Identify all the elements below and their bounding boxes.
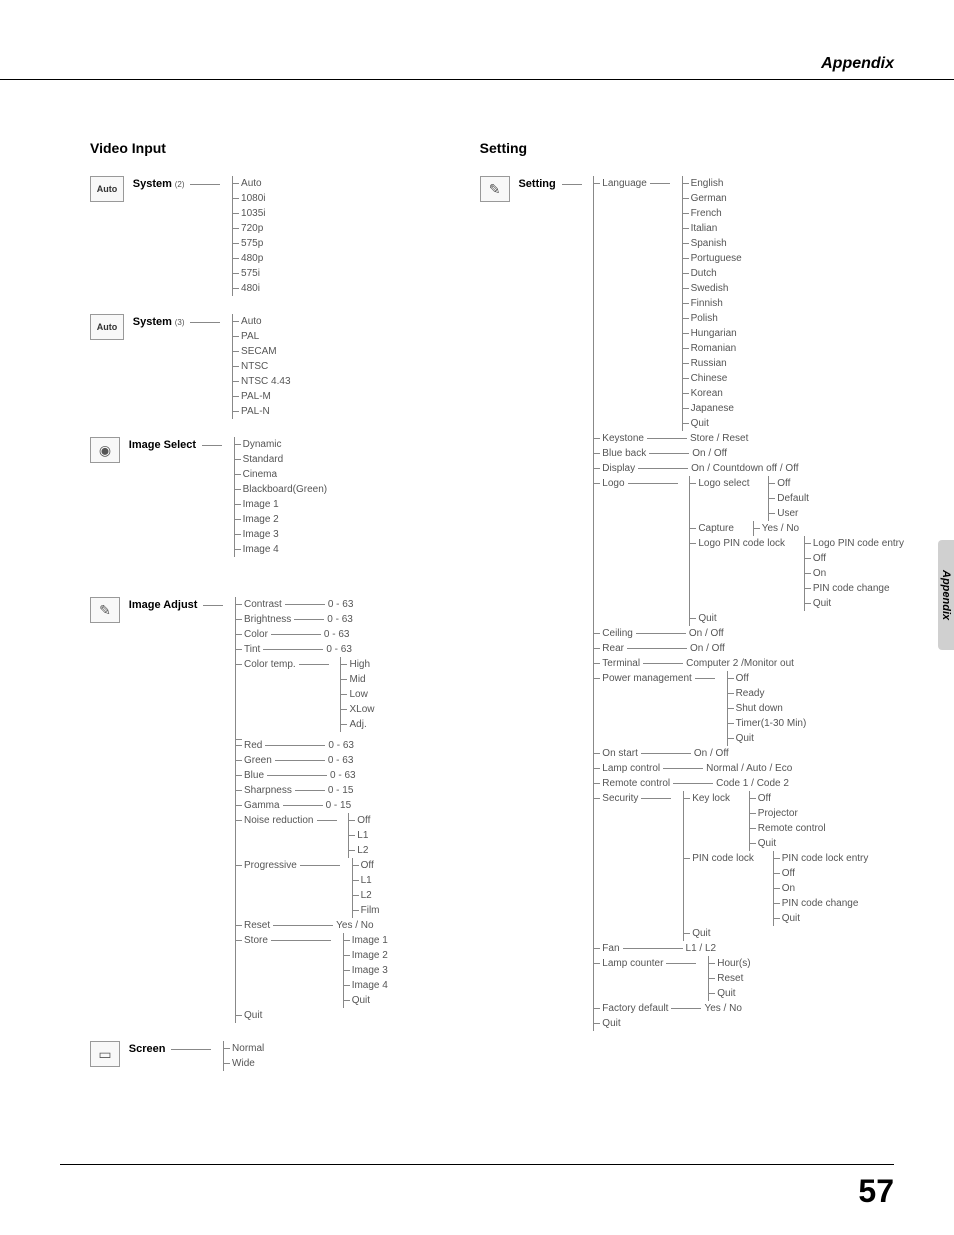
footer-rule xyxy=(60,1164,894,1165)
image-adjust-group: ✎ Image Adjust Contrast0 - 63 Brightness… xyxy=(90,597,480,1023)
image-adjust-icon: ✎ xyxy=(90,597,120,623)
video-input-title: Video Input xyxy=(90,140,480,156)
side-tab: Appendix xyxy=(938,540,954,650)
setting-icon: ✎ xyxy=(480,176,510,202)
page-number: 57 xyxy=(858,1173,894,1210)
system3-group: Auto System (3) Auto PAL SECAM NTSC NTSC… xyxy=(90,314,480,419)
image-select-group: ◉ Image Select Dynamic Standard Cinema B… xyxy=(90,437,480,557)
page-header: Appendix xyxy=(0,55,954,80)
setting-column: Setting ✎ Setting Language English Germa… xyxy=(480,140,904,1155)
system3-items: Auto PAL SECAM NTSC NTSC 4.43 PAL-M PAL-… xyxy=(232,314,290,419)
image-adjust-items: Contrast0 - 63 Brightness0 - 63 Color0 -… xyxy=(235,597,388,1023)
screen-icon: ▭ xyxy=(90,1041,120,1067)
auto-icon: Auto xyxy=(90,176,124,202)
setting-root: ✎ Setting Language English German French… xyxy=(480,176,904,1031)
screen-group: ▭ Screen Normal Wide xyxy=(90,1041,480,1071)
image-select-items: Dynamic Standard Cinema Blackboard(Green… xyxy=(234,437,327,557)
header-section: Appendix xyxy=(821,55,894,72)
video-input-column: Video Input Auto System (2) Auto 1080i 1… xyxy=(90,140,480,1155)
auto-icon: Auto xyxy=(90,314,124,340)
system2-group: Auto System (2) Auto 1080i 1035i 720p 57… xyxy=(90,176,480,296)
setting-title: Setting xyxy=(480,140,904,156)
system2-items: Auto 1080i 1035i 720p 575p 480p 575i 480… xyxy=(232,176,265,296)
image-select-icon: ◉ xyxy=(90,437,120,463)
